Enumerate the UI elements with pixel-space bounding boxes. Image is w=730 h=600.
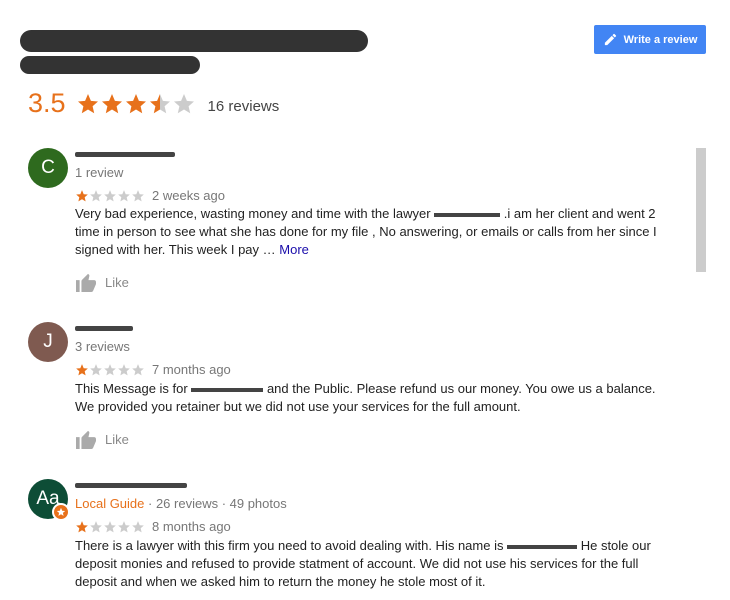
rating-summary: 3.5 16 reviews (28, 88, 279, 119)
star-empty-icon (118, 189, 130, 201)
star-empty-icon (132, 189, 144, 201)
like-button[interactable]: Like (75, 272, 129, 292)
thumbs-up-icon (76, 273, 96, 292)
review-date: 8 months ago (152, 519, 231, 534)
thumbs-up-icon (76, 430, 96, 449)
star-full-icon (76, 363, 88, 375)
star-icon (56, 507, 66, 516)
star-full-icon (76, 189, 88, 201)
review-count: 16 reviews (207, 97, 280, 115)
star-empty-icon (118, 520, 130, 532)
review-stars: 7 months ago (75, 362, 231, 377)
review-date: 7 months ago (152, 362, 231, 377)
average-rating: 3.5 (28, 88, 66, 118)
review-text: There is a lawyer with this firm you nee… (75, 538, 651, 589)
review-item: C 1 review 2 weeks ago Very bad experien… (28, 148, 668, 298)
redacted-business-name (20, 30, 368, 52)
local-guide-label[interactable]: Local Guide (75, 496, 144, 511)
write-review-button[interactable]: Write a review (594, 25, 706, 54)
star-empty-icon (104, 189, 116, 201)
review-item: Aa Local Guide · 26 reviews · 49 photos … (28, 479, 668, 600)
review-text: This Message is for and the Public. Plea… (75, 381, 656, 414)
star-half-icon (149, 93, 170, 113)
review-text: Very bad experience, wasting money and t… (75, 206, 657, 257)
rating-stars (76, 92, 196, 116)
star-full-icon (101, 93, 122, 113)
write-review-label: Write a review (623, 33, 698, 46)
review-stars: 2 weeks ago (75, 188, 225, 203)
star-empty-icon (118, 363, 130, 375)
scrollbar-thumb[interactable] (696, 148, 706, 272)
review-date: 2 weeks ago (152, 188, 225, 203)
redacted-name (191, 387, 264, 392)
star-empty-icon (132, 520, 144, 532)
star-empty-icon (104, 520, 116, 532)
star-empty-icon (173, 93, 194, 113)
reviewer-meta: 1 review (75, 165, 124, 180)
star-empty-icon (90, 363, 102, 375)
reviewer-meta: 3 reviews (75, 339, 130, 354)
like-button[interactable]: Like (75, 429, 129, 449)
star-empty-icon (90, 520, 102, 532)
star-empty-icon (90, 189, 102, 201)
avatar[interactable]: J (28, 322, 68, 362)
star-full-icon (76, 520, 88, 532)
avatar[interactable]: C (28, 148, 68, 188)
redacted-reviewer-name[interactable] (75, 326, 133, 331)
more-link[interactable]: More (279, 242, 309, 257)
redacted-name (434, 212, 501, 217)
local-guide-badge (52, 503, 70, 521)
redacted-reviewer-name[interactable] (75, 483, 187, 488)
redacted-reviewer-name[interactable] (75, 152, 175, 157)
pencil-icon (604, 33, 616, 46)
redacted-name (507, 544, 578, 549)
star-full-icon (77, 93, 98, 113)
review-stars: 8 months ago (75, 519, 231, 534)
star-empty-icon (104, 363, 116, 375)
star-full-icon (125, 93, 146, 113)
reviewer-meta: Local Guide · 26 reviews · 49 photos (75, 496, 287, 511)
star-empty-icon (132, 363, 144, 375)
review-item: J 3 reviews 7 months ago This Message is… (28, 322, 668, 452)
redacted-business-subtitle (20, 56, 200, 74)
